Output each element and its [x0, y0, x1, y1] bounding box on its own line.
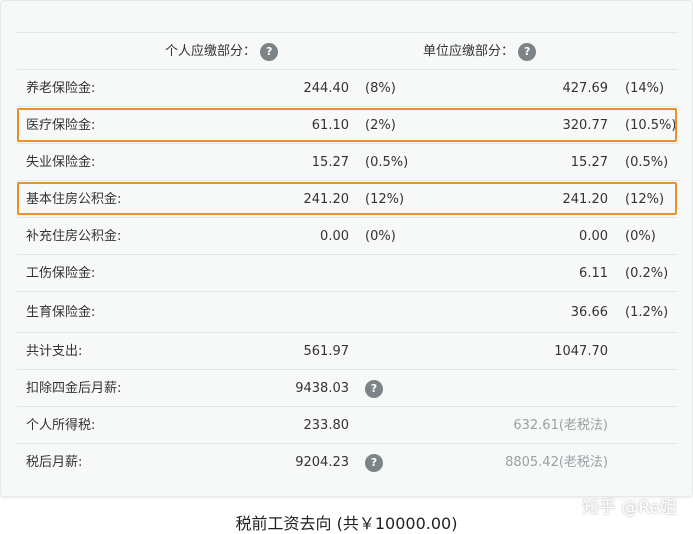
row-label: 基本住房公积金: — [26, 192, 122, 207]
unit-header-label: 单位应缴部分： — [423, 44, 515, 59]
unit-rate: (14%) — [625, 81, 665, 96]
unit-amount: 1047.70 — [554, 344, 608, 359]
row-label: 生育保险金: — [26, 305, 96, 320]
row-label: 税后月薪: — [26, 455, 83, 470]
unit-header: 单位应缴部分： ? — [423, 33, 537, 70]
unit-amount: 320.77 — [562, 118, 609, 133]
personal-rate: (8%) — [365, 81, 396, 96]
unit-amount: 0.00 — [579, 229, 608, 244]
table-row: 补充住房公积金: 0.00 (0%) 0.00 (0%) — [17, 217, 678, 255]
personal-amount: 561.97 — [303, 344, 350, 359]
personal-rate: (2%) — [365, 118, 396, 133]
personal-amount: 15.27 — [311, 155, 349, 170]
help-icon[interactable]: ? — [365, 453, 383, 472]
help-icon[interactable]: ? — [518, 42, 537, 61]
watermark: 知乎 @Re姐 — [582, 498, 677, 518]
help-icon[interactable]: ? — [260, 42, 279, 61]
table-row: 失业保险金: 15.27 (0.5%) 15.27 (0.5%) — [17, 143, 678, 181]
unit-rate: (12%) — [625, 192, 665, 207]
help-icon[interactable]: ? — [365, 379, 383, 398]
table-row: 生育保险金: 36.66 (1.2%) — [17, 291, 678, 333]
unit-amount: 15.27 — [570, 155, 608, 170]
row-label: 失业保险金: — [26, 155, 96, 170]
table-row: 养老保险金: 244.40 (8%) 427.69 (14%) — [17, 69, 678, 107]
row-label: 工伤保险金: — [26, 266, 96, 281]
personal-amount: 241.20 — [303, 192, 350, 207]
unit-amount: 6.11 — [579, 266, 608, 281]
old-law-amount: 8805.42(老税法) — [505, 455, 608, 470]
personal-amount: 61.10 — [311, 118, 349, 133]
help-icon-wrap: ? — [365, 444, 383, 481]
unit-rate: (0.2%) — [625, 266, 669, 281]
personal-header-label: 个人应缴部分： — [165, 44, 257, 59]
unit-amount: 36.66 — [570, 305, 608, 320]
personal-amount: 9204.23 — [295, 455, 349, 470]
personal-amount: 233.80 — [303, 418, 350, 433]
row-label: 补充住房公积金: — [26, 229, 122, 244]
table-row: 工伤保险金: 6.11 (0.2%) — [17, 254, 678, 292]
personal-amount: 244.40 — [303, 81, 350, 96]
table-row: 基本住房公积金: 241.20 (12%) 241.20 (12%) — [17, 180, 678, 218]
table-row: 医疗保险金: 61.10 (2%) 320.77 (10.5%) — [17, 106, 678, 144]
row-label: 个人所得税: — [26, 418, 96, 433]
personal-header: 个人应缴部分： ? — [165, 33, 279, 70]
summary-row-net-salary: 税后月薪: 9204.23 ? 8805.42(老税法) — [17, 443, 678, 481]
personal-amount: 0.00 — [320, 229, 349, 244]
salary-breakdown-card: 个人应缴部分： ? 单位应缴部分： ? 养老保险金: 244.40 (8%) 4… — [0, 0, 693, 497]
row-label: 共计支出: — [26, 344, 83, 359]
personal-rate: (0%) — [365, 229, 396, 244]
summary-row-after-funds: 扣除四金后月薪: 9438.03 ? — [17, 369, 678, 407]
row-label: 医疗保险金: — [26, 118, 96, 133]
row-label: 扣除四金后月薪: — [26, 381, 122, 396]
unit-amount: 241.20 — [562, 192, 609, 207]
old-law-amount: 632.61(老税法) — [513, 418, 608, 433]
summary-row-total: 共计支出: 561.97 1047.70 — [17, 332, 678, 370]
unit-rate: (10.5%) — [625, 118, 677, 133]
personal-amount: 9438.03 — [295, 381, 349, 396]
unit-rate: (0.5%) — [625, 155, 669, 170]
help-icon-wrap: ? — [365, 370, 383, 407]
summary-row-income-tax: 个人所得税: 233.80 632.61(老税法) — [17, 406, 678, 444]
table-header: 个人应缴部分： ? 单位应缴部分： ? — [17, 32, 678, 70]
row-label: 养老保险金: — [26, 81, 96, 96]
unit-amount: 427.69 — [562, 81, 609, 96]
unit-rate: (0%) — [625, 229, 656, 244]
personal-rate: (0.5%) — [365, 155, 409, 170]
personal-rate: (12%) — [365, 192, 405, 207]
unit-rate: (1.2%) — [625, 305, 669, 320]
